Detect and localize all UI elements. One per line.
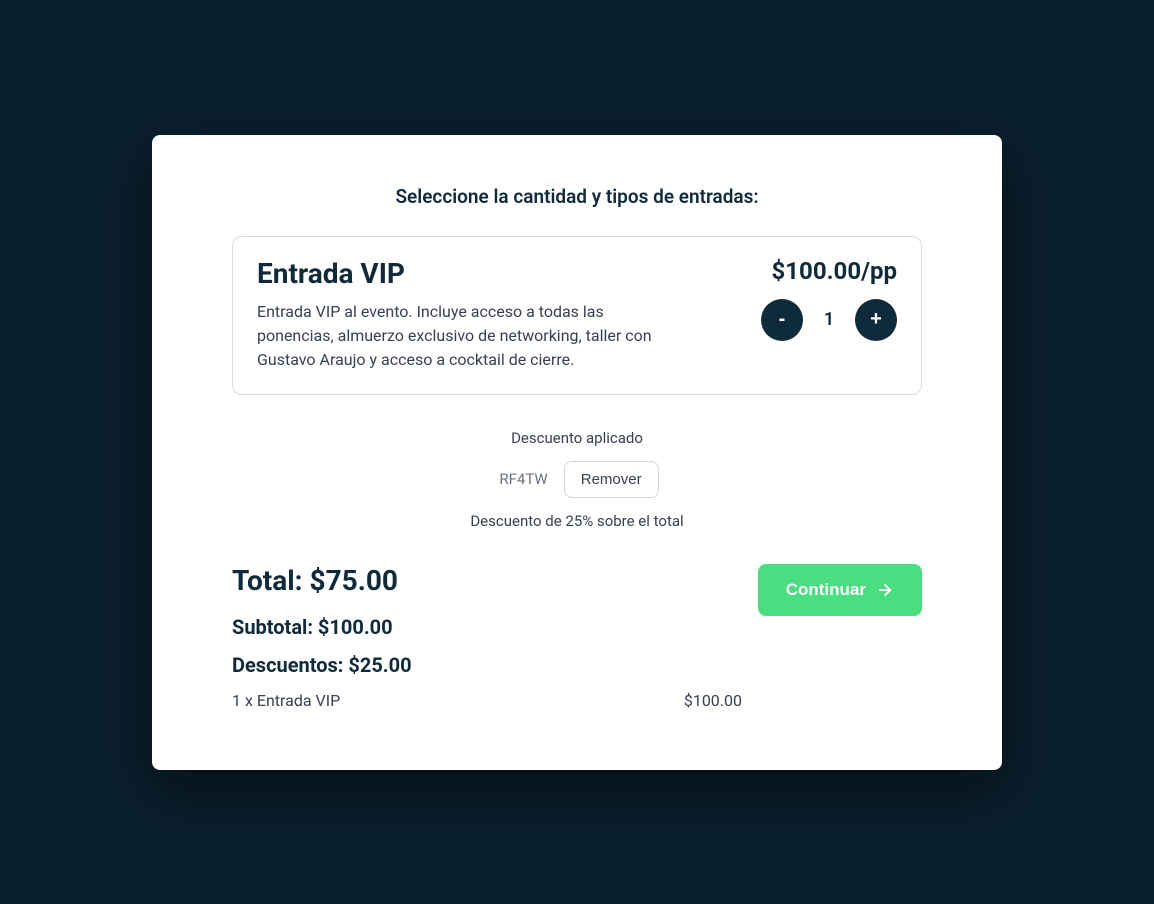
totals-summary: Total: $75.00 Subtotal: $100.00 Descuent… bbox=[232, 564, 758, 710]
ticket-info: Entrada VIP Entrada VIP al evento. Inclu… bbox=[257, 257, 673, 372]
ticket-title: Entrada VIP bbox=[257, 257, 673, 290]
line-item-price: $100.00 bbox=[684, 691, 742, 710]
ticket-description: Entrada VIP al evento. Incluye acceso a … bbox=[257, 300, 673, 372]
page-title: Seleccione la cantidad y tipos de entrad… bbox=[232, 185, 922, 208]
ticket-pricing: $100.00/pp - 1 + bbox=[697, 257, 897, 372]
quantity-stepper: - 1 + bbox=[761, 299, 897, 341]
total-amount: Total: $75.00 bbox=[232, 564, 758, 597]
remove-discount-button[interactable]: Remover bbox=[564, 461, 659, 498]
subtotal-amount: Subtotal: $100.00 bbox=[232, 615, 758, 639]
discounts-amount: Descuentos: $25.00 bbox=[232, 653, 758, 677]
discount-detail: Descuento de 25% sobre el total bbox=[232, 512, 922, 530]
discount-row: RF4TW Remover bbox=[232, 461, 922, 498]
continue-button[interactable]: Continuar bbox=[758, 564, 922, 616]
discount-applied-label: Descuento aplicado bbox=[232, 429, 922, 447]
quantity-increase-button[interactable]: + bbox=[855, 299, 897, 341]
quantity-value: 1 bbox=[821, 309, 837, 330]
discount-code: RF4TW bbox=[495, 462, 551, 496]
ticket-option: Entrada VIP Entrada VIP al evento. Inclu… bbox=[232, 236, 922, 395]
line-item-row: 1 x Entrada VIP $100.00 bbox=[232, 691, 742, 710]
quantity-decrease-button[interactable]: - bbox=[761, 299, 803, 341]
arrow-right-icon bbox=[876, 581, 894, 599]
ticket-price: $100.00/pp bbox=[772, 257, 897, 285]
continue-button-label: Continuar bbox=[786, 580, 866, 600]
ticket-selection-card: Seleccione la cantidad y tipos de entrad… bbox=[152, 135, 1002, 770]
discount-section: Descuento aplicado RF4TW Remover Descuen… bbox=[232, 429, 922, 530]
line-item-label: 1 x Entrada VIP bbox=[232, 691, 340, 710]
totals-section: Total: $75.00 Subtotal: $100.00 Descuent… bbox=[232, 564, 922, 710]
